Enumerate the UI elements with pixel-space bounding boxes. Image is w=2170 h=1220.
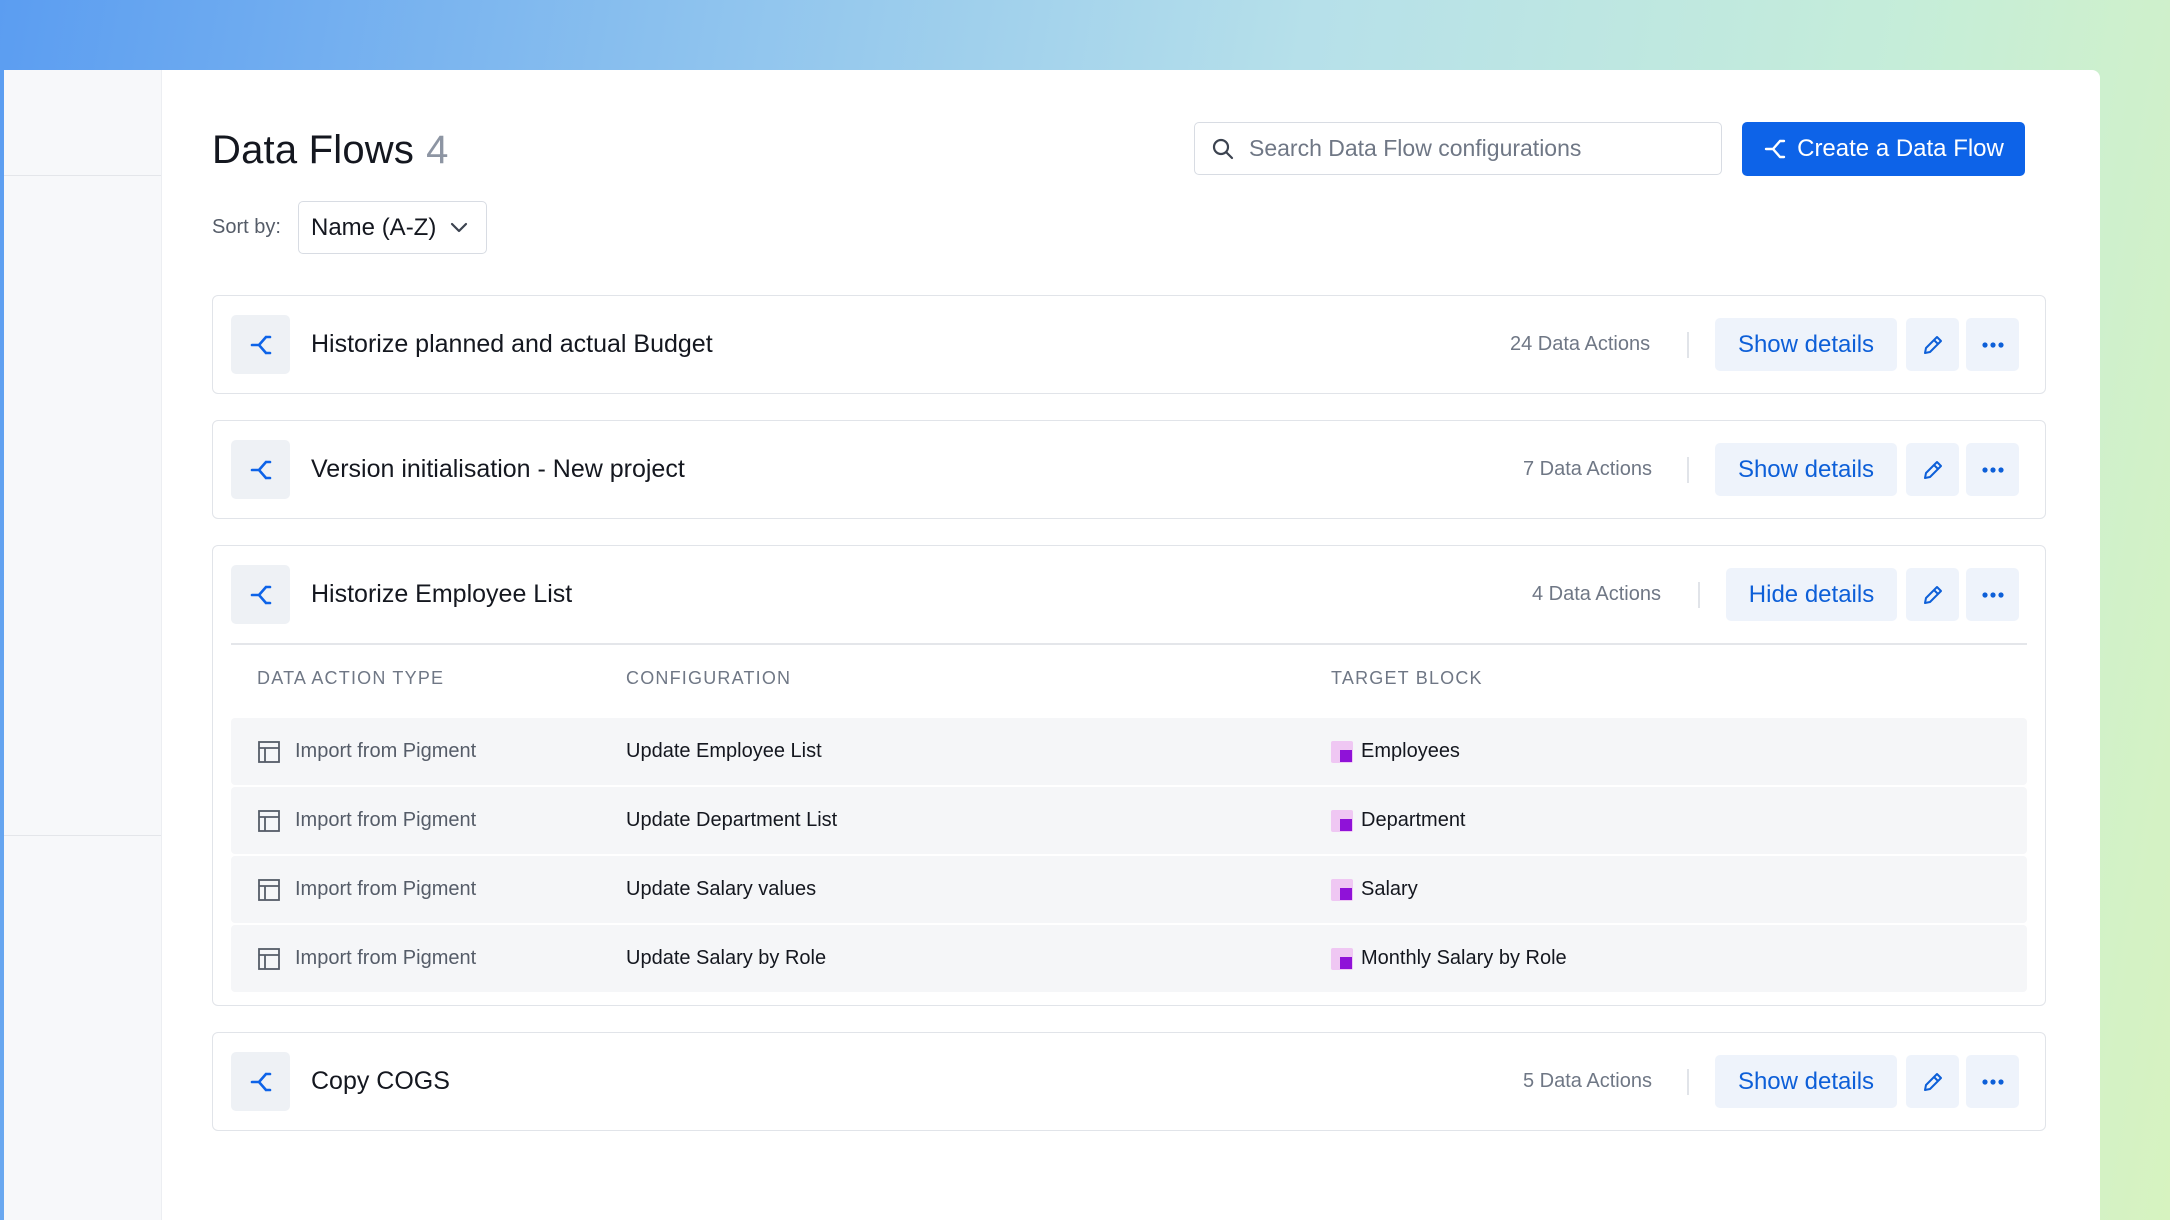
import-table-icon <box>258 947 280 970</box>
data-flow-card: Copy COGS 5 Data Actions Show details <box>212 1032 2046 1131</box>
data-flow-header[interactable]: Historize Employee List 4 Data Actions H… <box>213 546 2045 643</box>
action-type-label: Import from Pigment <box>295 878 477 900</box>
divider <box>1687 1069 1689 1095</box>
import-table-icon <box>258 809 280 832</box>
target-block-cell: Department <box>1331 787 1466 854</box>
block-icon <box>1331 740 1353 763</box>
search-icon <box>1212 138 1234 159</box>
ellipsis-icon <box>1981 341 2004 348</box>
action-type-label: Import from Pigment <box>295 809 477 831</box>
data-flow-card-expanded: Historize Employee List 4 Data Actions H… <box>212 545 2046 1006</box>
page-title: Data Flows 4 <box>212 128 449 173</box>
edit-button[interactable] <box>1906 318 1959 371</box>
data-flow-name: Historize Employee List <box>311 580 573 608</box>
data-flow-card: Version initialisation - New project 7 D… <box>212 420 2046 519</box>
target-block-label: Monthly Salary by Role <box>1361 947 1567 969</box>
data-flow-icon <box>1764 139 1786 159</box>
edit-button[interactable] <box>1906 568 1959 621</box>
sort-value: Name (A-Z) <box>311 213 437 241</box>
divider <box>1687 332 1689 358</box>
divider <box>1698 582 1700 608</box>
import-table-icon <box>258 740 280 763</box>
page-title-text: Data Flows <box>212 128 415 172</box>
data-flow-name: Copy COGS <box>311 1067 450 1095</box>
edit-button[interactable] <box>1906 1055 1959 1108</box>
data-flow-name: Historize planned and actual Budget <box>311 330 713 358</box>
pencil-icon <box>1923 585 1942 604</box>
create-data-flow-button[interactable]: Create a Data Flow <box>1742 122 2025 176</box>
import-table-icon <box>258 878 280 901</box>
data-flow-header[interactable]: Historize planned and actual Budget 24 D… <box>213 296 2045 393</box>
search-box[interactable] <box>1194 122 1722 175</box>
configuration-cell: Update Salary values <box>626 878 817 900</box>
data-flow-name: Version initialisation - New project <box>311 455 685 483</box>
sidebar <box>4 70 162 1220</box>
ellipsis-icon <box>1981 1078 2004 1085</box>
data-flow-icon <box>231 1052 290 1111</box>
table-row[interactable]: Import from Pigment Update Department Li… <box>231 787 2027 854</box>
data-action-count: 24 Data Actions <box>1510 333 1651 355</box>
configuration-cell: Update Employee List <box>626 740 822 762</box>
divider <box>1687 457 1689 483</box>
show-details-button[interactable]: Show details <box>1715 443 1897 496</box>
action-type-cell: Import from Pigment <box>257 718 476 785</box>
pencil-icon <box>1923 1072 1942 1091</box>
target-block-label: Department <box>1361 809 1466 831</box>
create-data-flow-label: Create a Data Flow <box>1797 135 2004 162</box>
block-icon <box>1331 878 1353 901</box>
action-type-label: Import from Pigment <box>295 740 477 762</box>
divider <box>231 643 2027 645</box>
sidebar-divider <box>4 835 161 836</box>
column-header-target-block: TARGET BLOCK <box>1331 668 1483 688</box>
action-type-cell: Import from Pigment <box>257 856 476 923</box>
block-icon <box>1331 947 1353 970</box>
data-action-count: 4 Data Actions <box>1532 583 1661 605</box>
search-input[interactable] <box>1249 135 1689 162</box>
data-action-count: 5 Data Actions <box>1523 1070 1652 1092</box>
action-type-label: Import from Pigment <box>295 947 477 969</box>
data-action-count: 7 Data Actions <box>1523 458 1652 480</box>
action-type-cell: Import from Pigment <box>257 925 476 992</box>
target-block-cell: Employees <box>1331 718 1460 785</box>
target-block-cell: Salary <box>1331 856 1418 923</box>
column-header-type: DATA ACTION TYPE <box>257 668 445 688</box>
table-row[interactable]: Import from Pigment Update Employee List… <box>231 718 2027 785</box>
configuration-cell: Update Department List <box>626 809 838 831</box>
ellipsis-icon <box>1981 591 2004 598</box>
data-flow-icon <box>231 565 290 624</box>
show-details-button[interactable]: Show details <box>1715 1055 1897 1108</box>
edit-button[interactable] <box>1906 443 1959 496</box>
flow-count-badge: 4 <box>426 128 449 172</box>
data-flow-icon <box>231 440 290 499</box>
sort-label: Sort by: <box>212 216 281 238</box>
target-block-label: Salary <box>1361 878 1418 900</box>
pencil-icon <box>1923 460 1942 479</box>
main-content: Data Flows4 Create a Data Flow Sort by: … <box>162 70 2100 1220</box>
show-details-button[interactable]: Show details <box>1715 318 1897 371</box>
sidebar-divider <box>4 175 161 176</box>
more-options-button[interactable] <box>1966 318 2019 371</box>
target-block-label: Employees <box>1361 740 1460 762</box>
table-row[interactable]: Import from Pigment Update Salary values… <box>231 856 2027 923</box>
chevron-down-icon <box>451 222 468 232</box>
more-options-button[interactable] <box>1966 1055 2019 1108</box>
app-window: Data Flows4 Create a Data Flow Sort by: … <box>4 70 2100 1220</box>
table-row[interactable]: Import from Pigment Update Salary by Rol… <box>231 925 2027 992</box>
data-flow-icon <box>231 315 290 374</box>
data-flow-card: Historize planned and actual Budget 24 D… <box>212 295 2046 394</box>
data-flow-header[interactable]: Version initialisation - New project 7 D… <box>213 421 2045 518</box>
ellipsis-icon <box>1981 466 2004 473</box>
action-type-cell: Import from Pigment <box>257 787 476 854</box>
more-options-button[interactable] <box>1966 568 2019 621</box>
configuration-cell: Update Salary by Role <box>626 947 827 969</box>
sort-dropdown[interactable]: Name (A-Z) <box>298 201 487 254</box>
more-options-button[interactable] <box>1966 443 2019 496</box>
data-flow-header[interactable]: Copy COGS 5 Data Actions Show details <box>213 1033 2045 1130</box>
block-icon <box>1331 809 1353 832</box>
target-block-cell: Monthly Salary by Role <box>1331 925 1567 992</box>
pencil-icon <box>1923 335 1942 354</box>
column-header-configuration: CONFIGURATION <box>626 668 792 688</box>
hide-details-button[interactable]: Hide details <box>1726 568 1897 621</box>
